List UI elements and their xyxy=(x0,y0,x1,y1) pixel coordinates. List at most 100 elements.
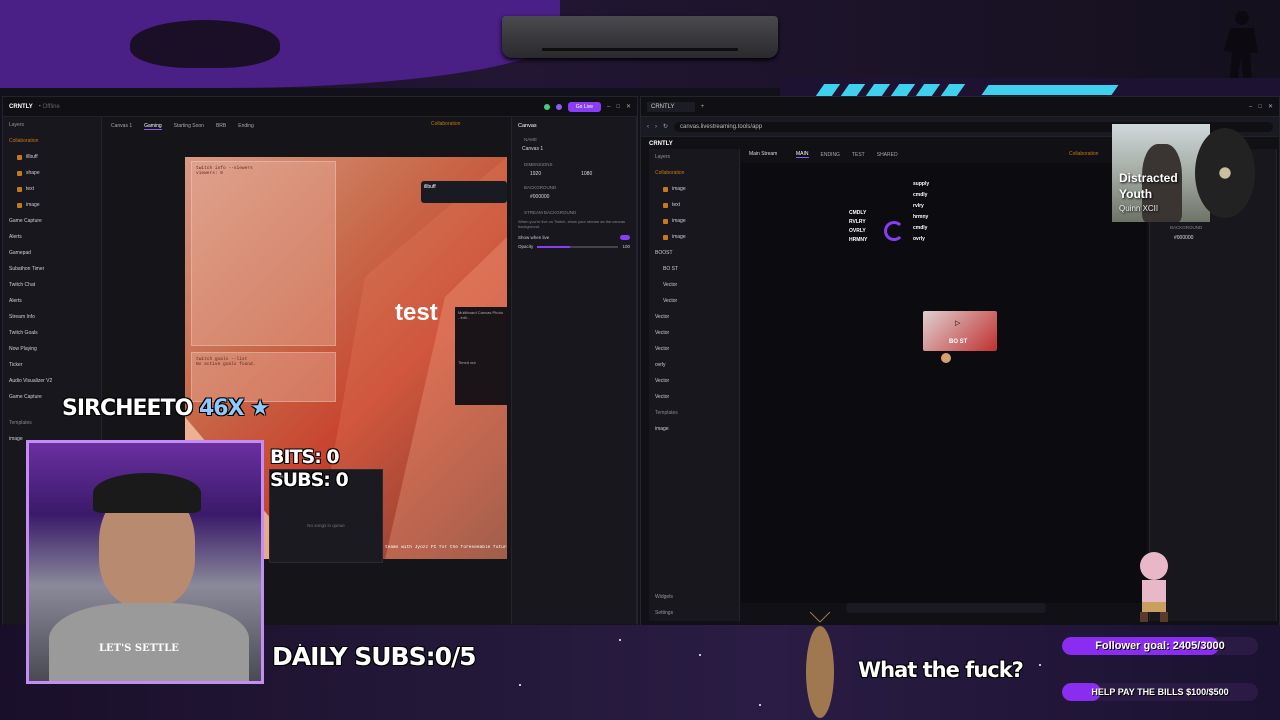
sidebar-widget[interactable]: Gamepad xyxy=(3,245,101,261)
sidebar-layer[interactable]: image xyxy=(649,213,739,229)
maximize-icon[interactable]: □ xyxy=(616,104,620,110)
scene-tab[interactable]: SHARED xyxy=(877,152,898,158)
sidebar-item[interactable]: Vector xyxy=(649,389,739,405)
widget-label: Twitch Chat xyxy=(9,282,36,288)
sidebar-widget[interactable]: Stream Info xyxy=(3,309,101,325)
boost-group[interactable]: BOOST xyxy=(649,245,739,261)
spinner-icon xyxy=(884,221,904,241)
props-bg-field[interactable]: #000000 xyxy=(512,192,636,202)
ticker-text: teams with Jyozz FC for the foreseeable … xyxy=(385,545,507,550)
templates-item[interactable]: image xyxy=(649,421,739,437)
props-show-live: Show when live xyxy=(518,235,550,241)
forward-icon[interactable]: › xyxy=(655,124,657,130)
back-icon[interactable]: ‹ xyxy=(647,124,649,130)
streamer-name: SIRCHEETO 46X ★ xyxy=(62,396,270,421)
now-playing-artist: Quinn XCII xyxy=(1119,204,1159,213)
scene-tab[interactable]: BRB xyxy=(216,123,226,129)
widget-label: Subathon Timer xyxy=(9,266,45,272)
new-tab-icon[interactable]: + xyxy=(701,104,705,110)
sidebar-widget[interactable]: Alerts xyxy=(3,229,101,245)
boost-item[interactable]: BO ST xyxy=(649,261,739,277)
canvas-name-left: CMDLY xyxy=(849,210,867,216)
scene-tab[interactable]: Starting Soon xyxy=(174,123,204,129)
close-icon[interactable]: ✕ xyxy=(626,103,631,110)
collab-label[interactable]: Collaboration xyxy=(431,121,460,127)
collab-label[interactable]: Collaboration xyxy=(1069,151,1098,157)
canvas-name-left: RVLRY xyxy=(849,219,866,225)
play-icon[interactable]: ▷ xyxy=(955,319,960,327)
show-live-toggle[interactable] xyxy=(620,235,630,241)
boost-card[interactable]: BO ST ▷ xyxy=(923,311,997,351)
props-name-field[interactable]: Canvas 1 xyxy=(512,144,636,154)
go-live-button[interactable]: Go Live xyxy=(567,101,601,112)
sidebar-item[interactable]: ovrly xyxy=(649,357,739,373)
right-scene-tabs: MAIN ENDING TEST SHARED xyxy=(796,151,898,158)
widget-label: Ticker xyxy=(9,362,23,368)
sidebar-item-label: Vector xyxy=(655,314,670,320)
sidebar-widget[interactable]: Now Playing xyxy=(3,341,101,357)
cmd-top-result: viewers: 0 xyxy=(196,171,224,176)
canvas-toolbar[interactable] xyxy=(846,603,1046,613)
boost-item[interactable]: Vector xyxy=(649,293,739,309)
terminal-viewers-widget[interactable]: twitch info --viewers viewers: 0 xyxy=(191,161,336,346)
sidebar-widget[interactable]: Audio Visualizer V2 xyxy=(3,373,101,389)
sidebar-widget[interactable]: Twitch Chat xyxy=(3,277,101,293)
minimize-icon[interactable]: – xyxy=(1249,104,1252,110)
sidebar-widget[interactable]: Subathon Timer xyxy=(3,261,101,277)
sidebar-widget[interactable]: Ticker xyxy=(3,357,101,373)
right-canvas[interactable]: CMDLY RVLRY OVRLY HRMNY supply cmdly rvlry hrm… xyxy=(741,163,1147,603)
sidebar-layer[interactable]: image xyxy=(649,181,739,197)
sidebar-layer[interactable]: illbuff xyxy=(3,149,101,165)
browser-tab[interactable]: CRNTLY xyxy=(647,101,695,112)
cmd-bottom-result: No active goals found. xyxy=(196,362,256,367)
scene-tab[interactable]: ENDING xyxy=(821,152,840,158)
scene-tab[interactable]: Ending xyxy=(238,123,254,129)
scene-tab[interactable]: MAIN xyxy=(796,151,809,158)
maximize-icon[interactable]: □ xyxy=(1258,104,1262,110)
scene-label[interactable]: Main Stream xyxy=(749,151,777,157)
opacity-slider[interactable] xyxy=(537,245,619,248)
widget-label: Alerts xyxy=(9,298,22,304)
widget-label: Alerts xyxy=(9,234,22,240)
canvas-test-text[interactable]: test xyxy=(395,299,438,327)
boost-item[interactable]: Vector xyxy=(649,277,739,293)
settings-nav[interactable]: Settings xyxy=(649,605,673,621)
sidebar-layer[interactable]: shape xyxy=(3,165,101,181)
canvas-name-left: HRMNY xyxy=(849,237,868,243)
sidebar-widget[interactable]: Twitch Goals xyxy=(3,325,101,341)
scene-tab[interactable]: Gaming xyxy=(144,123,162,130)
props-bg-field[interactable]: #000000 xyxy=(1174,235,1193,241)
indicator-icon xyxy=(543,103,550,110)
sidebar-item[interactable]: Vector xyxy=(649,341,739,357)
sidebar-layer[interactable]: text xyxy=(649,197,739,213)
sidebar-layer[interactable]: text xyxy=(3,181,101,197)
folder-collaboration[interactable]: Collaboration xyxy=(649,165,739,181)
left-brand: CRNTLY xyxy=(9,103,33,110)
props-width-field[interactable]: 1920 xyxy=(530,171,541,177)
canvas-name-right: supply xyxy=(913,181,930,187)
sidebar-widget[interactable]: Game Capture xyxy=(3,213,101,229)
widget-label: Audio Visualizer V2 xyxy=(9,378,53,384)
sidebar-layer[interactable]: image xyxy=(3,197,101,213)
widgets-nav[interactable]: Widgets xyxy=(649,589,673,605)
sidebar-item[interactable]: Vector xyxy=(649,373,739,389)
props-height-field[interactable]: 1080 xyxy=(581,171,592,177)
scene-tab[interactable]: Canvas 1 xyxy=(111,123,132,129)
terminal-goals-widget[interactable]: twitch goals --list No active goals foun… xyxy=(191,352,336,402)
folder-collaboration[interactable]: Collaboration xyxy=(3,133,101,149)
canvas-name-right: ovrly xyxy=(913,236,925,242)
close-icon[interactable]: ✕ xyxy=(1268,103,1273,110)
widget-card[interactable]: illbuff xyxy=(421,181,507,203)
sidebar-widget[interactable]: Alerts xyxy=(3,293,101,309)
minimize-icon[interactable]: – xyxy=(607,104,610,110)
templates-label[interactable]: Templates xyxy=(649,405,739,421)
reload-icon[interactable]: ↻ xyxy=(663,123,668,130)
now-playing-title: Distracted Youth xyxy=(1119,171,1178,201)
sidebar-item[interactable]: Vector xyxy=(649,325,739,341)
sidebar-item-label: Vector xyxy=(655,378,670,384)
scene-tab[interactable]: TEST xyxy=(852,152,865,158)
popup-card[interactable]: Multiboard Canvas Photo - Initi... Timed… xyxy=(455,307,507,405)
sidebar-layer[interactable]: image xyxy=(649,229,739,245)
props-bg-label: BACKGROUND xyxy=(1170,225,1203,230)
sidebar-item[interactable]: Vector xyxy=(649,309,739,325)
